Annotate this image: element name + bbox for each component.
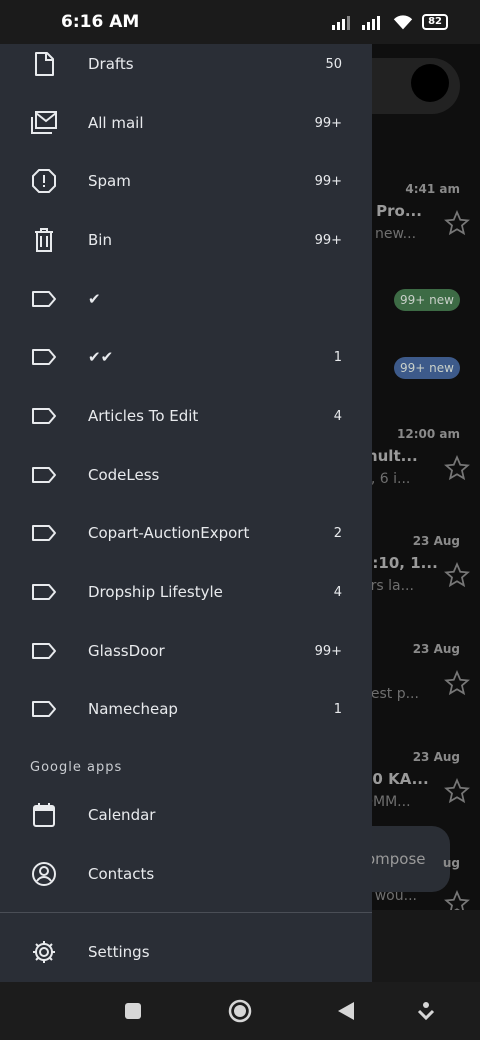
star-icon (444, 455, 470, 481)
back-button[interactable] (333, 998, 359, 1024)
status-bar: 6:16 AM 82 (0, 0, 480, 44)
drawer-item-count: 99+ (314, 115, 342, 131)
drawer-item-count: 4 (333, 408, 342, 424)
drawer-item-count: 99+ (314, 643, 342, 659)
divider (0, 912, 372, 913)
drawer-item-label: CodeLess (88, 466, 160, 484)
drawer-item-glassdoor[interactable]: GlassDoor 99+ (0, 622, 372, 680)
drawer-item-settings[interactable]: Settings (0, 923, 372, 981)
drawer-item-count: 50 (325, 56, 342, 72)
battery-indicator: 82 (422, 14, 448, 30)
system-navigation-bar (0, 982, 480, 1040)
drawer-item-label: Calendar (88, 806, 156, 824)
label-icon (30, 578, 58, 606)
spam-icon (30, 167, 58, 195)
back-triangle-icon (338, 1002, 354, 1020)
drawer-item-label: All mail (88, 114, 144, 132)
home-button[interactable] (227, 998, 253, 1024)
drawer-item-count: 4 (333, 584, 342, 600)
star-icon (444, 670, 470, 696)
drawer-item-all-mail[interactable]: All mail 99+ (0, 94, 372, 152)
drawer-item-label: Contacts (88, 865, 155, 883)
wifi-icon (393, 15, 413, 30)
label-icon (30, 695, 58, 723)
contacts-icon (30, 860, 58, 888)
chevron-down-icon (417, 1002, 435, 1021)
drawer-item-label-check[interactable]: ✔ (0, 270, 372, 328)
drawer-item-drafts[interactable]: Drafts 50 (0, 44, 372, 93)
drawer-item-spam[interactable]: Spam 99+ (0, 152, 372, 210)
drawer-item-label: Drafts (88, 55, 134, 73)
drawer-item-calendar[interactable]: Calendar (0, 786, 372, 844)
label-icon (30, 461, 58, 489)
drawer-item-label: Articles To Edit (88, 407, 199, 425)
label-icon (30, 637, 58, 665)
recents-button[interactable] (120, 998, 146, 1024)
drawer-item-label: Namecheap (88, 700, 178, 718)
google-apps-heading: Google apps (30, 760, 123, 775)
drawer-item-count: 99+ (314, 232, 342, 248)
drawer-item-label: Settings (88, 943, 150, 961)
drawer-item-count: 2 (333, 525, 342, 541)
status-time: 6:16 AM (61, 12, 140, 32)
drawer-item-label: ✔ (88, 290, 101, 308)
star-icon (444, 562, 470, 588)
calendar-icon (30, 801, 58, 829)
drawer-item-contacts[interactable]: Contacts (0, 845, 372, 903)
assistant-button[interactable] (413, 998, 439, 1024)
drawer-item-copart-auctionexport[interactable]: Copart-AuctionExport 2 (0, 504, 372, 562)
drawer-item-count: 1 (333, 349, 342, 365)
signal-icon (332, 16, 351, 30)
label-icon (30, 519, 58, 547)
drawer-item-label: GlassDoor (88, 642, 165, 660)
label-icon (30, 285, 58, 313)
new-count-badge: 99+ new (394, 357, 460, 379)
new-count-badge: 99+ new (394, 289, 460, 311)
gear-icon (30, 938, 58, 966)
label-icon (30, 343, 58, 371)
label-icon (30, 402, 58, 430)
drawer-item-label: Bin (88, 231, 112, 249)
drawer-item-codeless[interactable]: CodeLess (0, 446, 372, 504)
drawer-item-namecheap[interactable]: Namecheap 1 (0, 680, 372, 738)
draft-icon (30, 50, 58, 78)
star-icon (444, 210, 470, 236)
bin-icon (30, 226, 58, 254)
navigation-drawer: Drafts 50 All mail 99+ Spam 99+ Bin 99+ … (0, 44, 372, 982)
status-icons: 82 (332, 13, 448, 31)
square-icon (125, 1003, 141, 1019)
drawer-item-bin[interactable]: Bin 99+ (0, 211, 372, 269)
all-mail-icon (30, 109, 58, 137)
drawer-item-dropship-lifestyle[interactable]: Dropship Lifestyle 4 (0, 563, 372, 621)
drawer-item-count: 99+ (314, 173, 342, 189)
home-circle-icon (228, 999, 252, 1023)
drawer-item-articles-to-edit[interactable]: Articles To Edit 4 (0, 387, 372, 445)
drawer-item-label: Dropship Lifestyle (88, 583, 223, 601)
drawer-item-label: ✔✔ (88, 348, 114, 366)
drawer-item-label: Spam (88, 172, 131, 190)
avatar (411, 64, 449, 102)
signal-icon (362, 16, 381, 30)
drawer-item-count: 1 (333, 701, 342, 717)
drawer-item-label: Copart-AuctionExport (88, 524, 250, 542)
drawer-item-label-double-check[interactable]: ✔✔ 1 (0, 328, 372, 386)
star-icon (444, 778, 470, 804)
